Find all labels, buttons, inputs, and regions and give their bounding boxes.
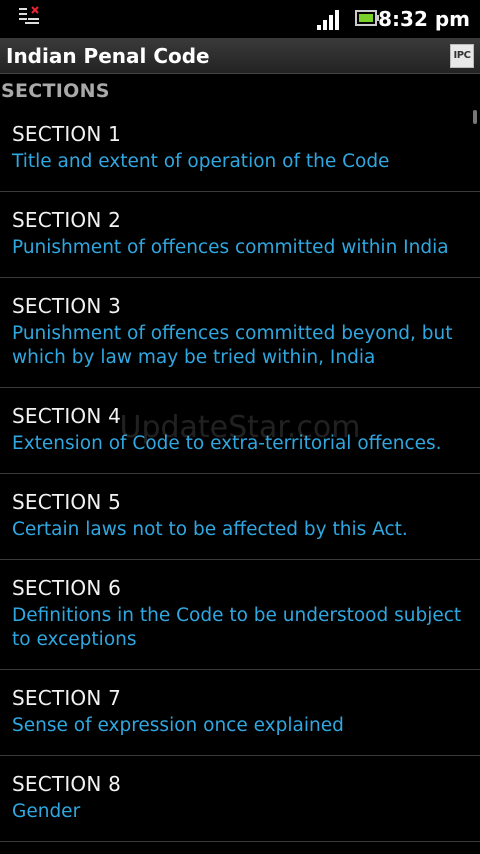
list-item[interactable]: SECTION 3 Punishment of offences committ… <box>0 278 480 388</box>
section-title: SECTION 2 <box>12 208 121 232</box>
status-time: 8:32 pm <box>378 7 470 31</box>
section-title: SECTION 6 <box>12 576 121 600</box>
section-title: SECTION 3 <box>12 294 121 318</box>
list-item[interactable]: SECTION 6 Definitions in the Code to be … <box>0 560 480 670</box>
section-title: SECTION 1 <box>12 122 121 146</box>
section-title: SECTION 4 <box>12 404 121 428</box>
section-description: Title and extent of operation of the Cod… <box>12 151 390 172</box>
list-item[interactable]: SECTION 7 Sense of expression once expla… <box>0 670 480 756</box>
list-item[interactable]: SECTION 4 Extension of Code to extra-ter… <box>0 388 480 474</box>
app-title-bar: Indian Penal Code IPC <box>0 38 480 74</box>
list-item[interactable]: SECTION 2 Punishment of offences committ… <box>0 192 480 278</box>
list-item[interactable]: SECTION 1 Title and extent of operation … <box>0 106 480 192</box>
section-description: Extension of Code to extra-territorial o… <box>12 433 442 454</box>
scrollbar-thumb[interactable] <box>473 110 477 124</box>
section-description: Certain laws not to be affected by this … <box>12 519 408 540</box>
list-x-icon <box>19 6 39 24</box>
section-description: Sense of expression once explained <box>12 715 344 736</box>
section-description: Punishment of offences committed within … <box>12 237 449 258</box>
list-section-header: SECTIONS <box>0 78 480 106</box>
sections-list[interactable]: SECTION 1 Title and extent of operation … <box>0 106 480 854</box>
section-title: SECTION 8 <box>12 772 121 796</box>
section-description: Punishment of offences committed beyond,… <box>12 323 453 368</box>
status-bar: 8:32 pm <box>0 0 480 38</box>
app-logo-icon: IPC <box>450 44 474 68</box>
section-description: Definitions in the Code to be understood… <box>12 605 462 650</box>
list-header-label: SECTIONS <box>1 80 110 102</box>
app-title: Indian Penal Code <box>6 44 210 68</box>
signal-bars-icon <box>317 10 339 30</box>
section-title: SECTION 5 <box>12 490 121 514</box>
battery-icon <box>355 10 379 26</box>
list-item[interactable]: SECTION 5 Certain laws not to be affecte… <box>0 474 480 560</box>
section-title: SECTION 7 <box>12 686 121 710</box>
section-description: Gender <box>12 801 81 822</box>
list-item[interactable]: SECTION 8 Gender <box>0 756 480 842</box>
